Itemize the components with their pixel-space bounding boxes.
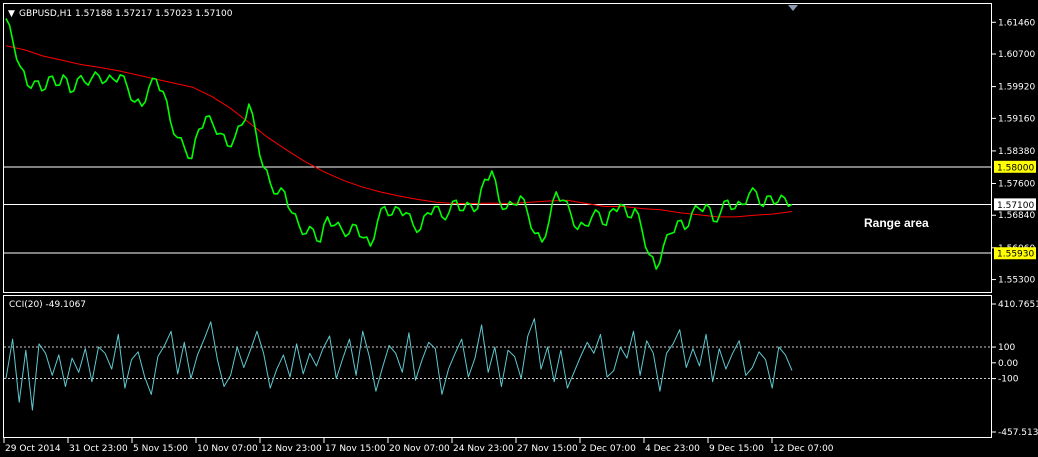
price-level-label: 1.58000 xyxy=(997,163,1034,173)
time-tick-label: 17 Nov 15:00 xyxy=(325,444,386,454)
cci-layer xyxy=(4,318,991,411)
price-tick-label: 1.61460 xyxy=(998,18,1035,28)
symbol-info: GBPUSD,H1 1.57188 1.57217 1.57023 1.5710… xyxy=(19,9,233,19)
chart-shift-marker-icon[interactable] xyxy=(788,5,798,11)
price-panel-frame xyxy=(3,3,992,293)
time-tick-label: 2 Dec 07:00 xyxy=(581,444,636,454)
range-area-annotation: Range area xyxy=(864,216,929,230)
cci-tick-label: -457.5131 xyxy=(998,428,1038,438)
price-tick-label: 1.55300 xyxy=(998,276,1035,286)
chart-root: ▼ GBPUSD,H1 1.57188 1.57217 1.57023 1.57… xyxy=(3,3,1038,454)
price-line xyxy=(5,18,793,270)
price-level-label: 1.55930 xyxy=(997,250,1034,260)
price-tick-label: 1.57600 xyxy=(998,180,1035,190)
time-tick-label: 4 Dec 23:00 xyxy=(645,444,700,454)
price-tick-label: 1.56840 xyxy=(998,211,1035,221)
price-level-label: 1.57100 xyxy=(997,201,1034,211)
cci-tick-label: 100 xyxy=(998,343,1015,353)
time-tick-label: 20 Nov 07:00 xyxy=(389,444,450,454)
time-tick-label: 9 Dec 15:00 xyxy=(709,444,764,454)
price-layer xyxy=(4,18,991,270)
price-tick-label: 1.60700 xyxy=(998,50,1035,60)
dropdown-arrow-icon[interactable]: ▼ xyxy=(8,9,15,19)
time-tick-label: 31 Oct 23:00 xyxy=(69,444,128,454)
moving-average-line xyxy=(5,45,793,218)
time-tick-label: 27 Nov 15:00 xyxy=(517,444,578,454)
price-tick-label: 1.58380 xyxy=(998,147,1035,157)
price-tick-label: 1.59920 xyxy=(998,83,1035,93)
cci-panel-frame xyxy=(3,295,992,438)
cci-line xyxy=(5,318,793,411)
time-tick-label: 10 Nov 07:00 xyxy=(197,444,258,454)
time-tick-label: 29 Oct 2014 xyxy=(5,444,61,454)
cci-tick-label: 410.7651 xyxy=(998,300,1038,310)
time-tick-label: 12 Nov 23:00 xyxy=(261,444,322,454)
price-tick-label: 1.59160 xyxy=(998,114,1035,124)
cci-tick-label: 0.00 xyxy=(998,359,1018,369)
time-tick-label: 24 Nov 23:00 xyxy=(453,444,514,454)
cci-tick-label: -100 xyxy=(998,375,1019,385)
time-tick-label: 5 Nov 15:00 xyxy=(133,444,188,454)
indicator-info: CCI(20) -49.1067 xyxy=(9,300,86,310)
time-tick-label: 12 Dec 07:00 xyxy=(773,444,834,454)
axis-layer: 1.61460 1.60700 1.59920 1.59160 1.58380 1.576… xyxy=(3,18,1038,454)
